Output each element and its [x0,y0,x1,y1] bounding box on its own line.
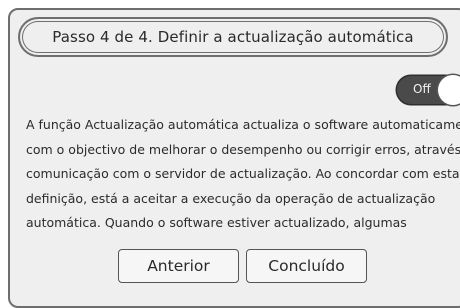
auto-update-description: A função Actualização automática actuali… [26,113,460,236]
done-button[interactable]: Concluído [246,249,367,283]
description-line: comunicação com o servidor de actualizaç… [26,166,460,182]
description-line: com o objectivo de melhorar o desempenho… [26,141,460,157]
description-line: definição, está a aceitar a execução da … [26,190,436,206]
back-button[interactable]: Anterior [118,249,239,283]
toggle-state-label: Off [413,82,431,96]
dialog-title-bar: Passo 4 de 4. Definir a actualização aut… [18,17,448,57]
description-line: automática. Quando o software estiver ac… [26,215,407,231]
toggle-knob [438,75,460,105]
dialog-title: Passo 4 de 4. Definir a actualização aut… [52,28,414,46]
auto-update-toggle[interactable]: Off [397,75,460,105]
description-line: A função Actualização automática actuali… [26,117,460,132]
